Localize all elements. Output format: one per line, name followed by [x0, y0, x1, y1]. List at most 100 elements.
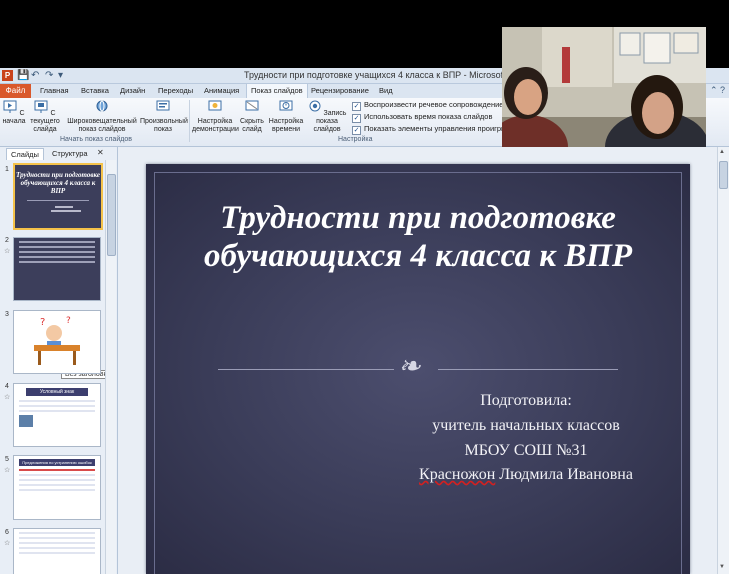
- checkmark-icon: ✓: [352, 126, 361, 135]
- thumb-title: Условный знак: [26, 388, 88, 396]
- thumb-text-line: [19, 246, 95, 248]
- thumb-text-line: [19, 405, 95, 407]
- checkmark-icon: ✓: [352, 114, 361, 123]
- custom-show-icon: [156, 100, 170, 111]
- tab-transitions[interactable]: Переходы: [158, 84, 193, 98]
- thumb-text-line: [19, 256, 95, 258]
- thumb-text-line: [19, 479, 95, 481]
- transition-star-icon: ☆: [4, 394, 11, 401]
- thumb-text-line: [55, 206, 73, 208]
- thumbnails-scrollbar[interactable]: [105, 160, 116, 574]
- ornament-icon: ❧: [398, 351, 421, 381]
- author-line-1: Подготовила:: [480, 392, 572, 409]
- tab-file[interactable]: Файл: [0, 84, 31, 98]
- customize-quick-access-icon[interactable]: ▾: [58, 69, 63, 82]
- tab-review[interactable]: Рецензирование: [311, 84, 369, 98]
- thumb-text-line: [19, 537, 95, 539]
- scrollbar-thumb[interactable]: [719, 161, 728, 189]
- hide-slide-button[interactable]: Скрыть слайд: [238, 100, 266, 134]
- thumb-text-line: [19, 400, 95, 402]
- rehearse-timings-icon: [279, 100, 293, 111]
- slide-thumbnail-2[interactable]: [13, 237, 101, 301]
- setup-show-label: Настройка демонстрации: [192, 118, 239, 133]
- custom-show-label: Произвольный показ: [140, 118, 188, 133]
- slide-title[interactable]: Трудности при подготовке обучающихся 4 к…: [166, 199, 670, 275]
- tab-outline[interactable]: Структура: [48, 148, 92, 159]
- thumb-text-line: [19, 469, 95, 471]
- scrollbar-thumb[interactable]: [107, 174, 116, 256]
- slide-thumbnail-1[interactable]: Трудности при подготовке обучающихся 4 к…: [13, 163, 103, 230]
- close-panel-icon[interactable]: ✕: [97, 148, 104, 157]
- record-slide-show-icon: [309, 100, 321, 112]
- play-narrations-checkbox[interactable]: ✓ Воспроизвести речевое сопровождение: [352, 100, 503, 111]
- custom-show-button[interactable]: Произвольный показ: [140, 100, 188, 134]
- tab-slide-show[interactable]: Показ слайдов: [246, 83, 308, 99]
- thumb-text-line: [19, 532, 95, 534]
- group-label-setup: Настройка: [338, 136, 373, 143]
- rehearse-timings-label: Настройка времени: [268, 118, 304, 133]
- tab-view[interactable]: Вид: [379, 84, 393, 98]
- thumb-text-line: [19, 489, 95, 491]
- help-icon[interactable]: ⌃ ?: [710, 85, 725, 96]
- scroll-up-icon[interactable]: ▲: [719, 149, 725, 155]
- slide-number: 6: [5, 529, 9, 536]
- tab-design[interactable]: Дизайн: [120, 84, 145, 98]
- checkmark-icon: ✓: [352, 102, 361, 111]
- thumb-title: Трудности при подготовке обучающихся 4 к…: [16, 171, 100, 195]
- slide-number: 3: [5, 311, 9, 318]
- slide-number: 4: [5, 383, 9, 390]
- thumb-text-line: [19, 474, 95, 476]
- thumb-image: [19, 415, 33, 427]
- tab-animations[interactable]: Анимация: [204, 84, 239, 98]
- group-label-start: Начать показ слайдов: [60, 136, 132, 143]
- broadcast-icon: [96, 100, 108, 112]
- use-timings-label: Использовать время показа слайдов: [364, 112, 493, 121]
- broadcast-button[interactable]: Широковещательный показ слайдов: [66, 100, 138, 134]
- hide-slide-icon: [245, 100, 259, 111]
- author-surname: Красножон: [419, 466, 496, 483]
- tab-insert[interactable]: Вставка: [81, 84, 109, 98]
- current-slide[interactable]: Трудности при подготовке обучающихся 4 к…: [146, 164, 690, 574]
- slide-scrollbar[interactable]: ▲ ▼: [717, 147, 729, 574]
- thumb-student-image: ? ?: [34, 316, 80, 365]
- setup-show-icon: [208, 100, 222, 111]
- scroll-down-icon[interactable]: ▼: [719, 564, 725, 570]
- thumb-title: Предложения по устранению ошибок: [19, 459, 95, 466]
- transition-star-icon: ☆: [4, 540, 11, 547]
- tab-slides[interactable]: Слайды: [6, 148, 44, 160]
- ornament-line-right: [438, 369, 618, 370]
- webcam-people-image: [502, 27, 706, 147]
- from-current-button[interactable]: С текущего слайда: [30, 100, 60, 134]
- slideshow-from-current-icon: [34, 100, 48, 113]
- slides-panel: Слайды Структура ✕ 1 Трудности при подго…: [0, 147, 118, 574]
- record-slide-show-button[interactable]: Запись показа слайдов: [304, 100, 350, 134]
- slide-editing-area: Трудности при подготовке обучающихся 4 к…: [118, 147, 718, 574]
- transition-star-icon: ☆: [4, 467, 11, 474]
- slide-thumbnail-4[interactable]: Условный знак: [13, 383, 101, 447]
- rehearse-timings-button[interactable]: Настройка времени: [268, 100, 304, 134]
- slide-thumbnail-6[interactable]: [13, 528, 101, 574]
- from-current-label: С текущего слайда: [30, 110, 60, 133]
- svg-text:?: ?: [40, 317, 45, 328]
- redo-icon[interactable]: ↷: [45, 69, 53, 82]
- slide-thumbnail-3[interactable]: ? ?: [13, 310, 101, 374]
- powerpoint-app-icon[interactable]: P: [2, 70, 13, 81]
- svg-text:?: ?: [66, 316, 71, 326]
- slideshow-from-start-icon: [3, 100, 17, 113]
- use-timings-checkbox[interactable]: ✓ Использовать время показа слайдов: [352, 112, 492, 123]
- thumb-text-line: [19, 251, 95, 253]
- slide-number: 2: [5, 237, 9, 244]
- thumb-text-line: [19, 241, 95, 243]
- setup-show-button[interactable]: Настройка демонстрации: [192, 100, 239, 134]
- undo-icon[interactable]: ↶: [31, 69, 39, 82]
- play-narrations-label: Воспроизвести речевое сопровождение: [364, 100, 504, 109]
- author-line-3: МБОУ СОШ №31: [464, 442, 588, 459]
- save-icon[interactable]: 💾: [17, 69, 29, 82]
- tab-home[interactable]: Главная: [40, 84, 69, 98]
- thumb-text-line: [19, 552, 95, 554]
- author-first-names: Людмила Ивановна: [495, 466, 633, 483]
- thumb-text-line: [19, 547, 95, 549]
- slide-thumbnail-5[interactable]: Предложения по устранению ошибок: [13, 455, 101, 520]
- from-start-button[interactable]: С начала: [2, 100, 26, 126]
- slide-number: 5: [5, 456, 9, 463]
